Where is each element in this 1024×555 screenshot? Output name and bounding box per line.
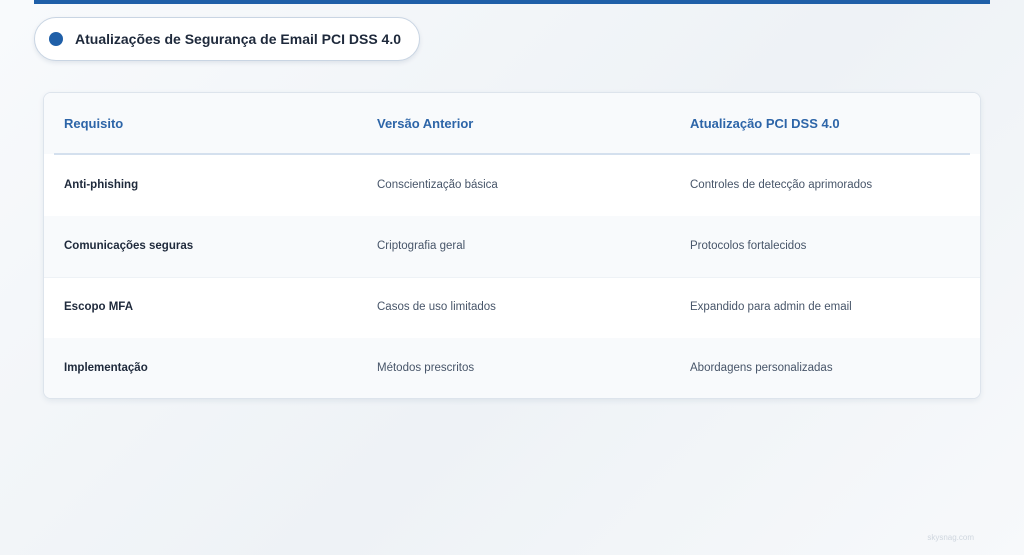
row-pci-update: Expandido para admin de email — [690, 301, 852, 313]
row-pci-update: Abordagens personalizadas — [690, 362, 833, 374]
row-previous-version: Criptografia geral — [377, 240, 466, 252]
column-header-atualizacao: Atualização PCI DSS 4.0 — [690, 116, 840, 131]
title-bullet-icon — [49, 32, 63, 46]
column-header-versao-anterior: Versão Anterior — [377, 116, 474, 131]
top-accent-bar — [34, 0, 990, 4]
row-requirement: Escopo MFA — [64, 301, 134, 313]
row-requirement: Anti-phishing — [64, 179, 139, 191]
row-pci-update: Protocolos fortalecidos — [690, 240, 807, 252]
row-previous-version: Casos de uso limitados — [377, 301, 496, 313]
row-requirement: Comunicações seguras — [64, 240, 194, 252]
table-row: Comunicações seguras Criptografia geral … — [44, 216, 980, 278]
requirements-table: Requisito Versão Anterior Atualização PC… — [43, 92, 981, 399]
column-header-requisito: Requisito — [64, 116, 124, 131]
row-requirement: Implementação — [64, 362, 148, 374]
page-title: Atualizações de Segurança de Email PCI D… — [75, 31, 402, 47]
table-row: Implementação Métodos prescritos Abordag… — [44, 338, 980, 398]
row-pci-update: Controles de detecção aprimorados — [690, 179, 873, 191]
row-previous-version: Conscientização básica — [377, 179, 498, 191]
table-header-row: Requisito Versão Anterior Atualização PC… — [44, 93, 980, 154]
page-title-pill: Atualizações de Segurança de Email PCI D… — [34, 17, 420, 61]
table-row: Anti-phishing Conscientização básica Con… — [44, 155, 980, 217]
watermark: skysnag.com — [927, 533, 974, 542]
table-row: Escopo MFA Casos de uso limitados Expand… — [44, 277, 980, 339]
row-previous-version: Métodos prescritos — [377, 362, 475, 374]
